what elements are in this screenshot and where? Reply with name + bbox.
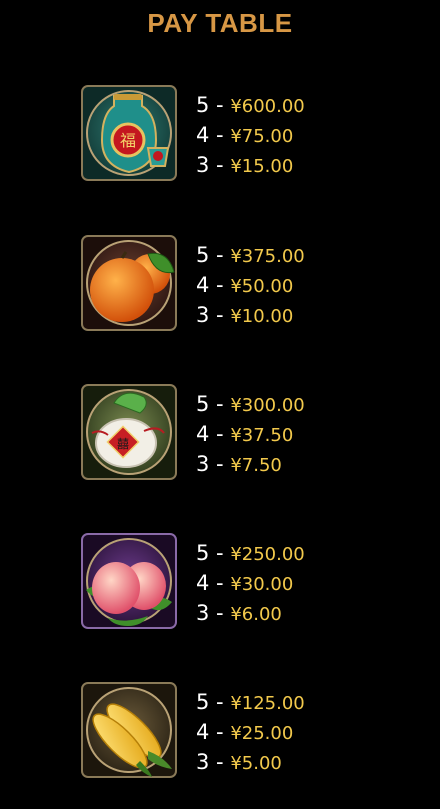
pay-separator: - — [209, 750, 231, 774]
pay-line-4: 4 - ¥75.00 — [196, 120, 416, 150]
pay-line-5: 5 - ¥250.00 — [196, 538, 416, 568]
pay-amount: ¥50.00 — [230, 276, 294, 297]
pay-separator: - — [209, 392, 231, 416]
pay-line-4: 4 - ¥30.00 — [196, 568, 416, 598]
pay-line-4: 4 - ¥25.00 — [196, 717, 416, 747]
corn-icon — [78, 679, 180, 781]
paytable-pays: 5 - ¥250.00 4 - ¥30.00 3 - ¥6.00 — [196, 538, 416, 628]
pay-count: 5 — [196, 690, 210, 714]
pay-amount: ¥30.00 — [230, 574, 294, 595]
pay-count: 5 — [196, 392, 210, 416]
pay-count: 3 — [196, 303, 210, 327]
paytable-row-peach: 5 - ¥250.00 4 - ¥30.00 3 - ¥6.00 — [78, 530, 418, 635]
pay-amount: ¥15.00 — [230, 156, 294, 177]
pay-count: 5 — [196, 243, 210, 267]
pay-amount: ¥375.00 — [230, 246, 305, 267]
pay-amount: ¥10.00 — [230, 306, 294, 327]
pay-separator: - — [209, 303, 231, 327]
pay-amount: ¥7.50 — [230, 455, 282, 476]
pay-amount: ¥600.00 — [230, 96, 305, 117]
pay-separator: - — [209, 123, 231, 147]
pay-line-3: 3 - ¥15.00 — [196, 150, 416, 180]
pay-line-5: 5 - ¥300.00 — [196, 389, 416, 419]
vase-icon: 福 — [78, 82, 180, 184]
pay-line-4: 4 - ¥37.50 — [196, 419, 416, 449]
pay-count: 4 — [196, 571, 210, 595]
pay-separator: - — [209, 93, 231, 117]
pay-separator: - — [209, 422, 231, 446]
pay-line-3: 3 - ¥7.50 — [196, 449, 416, 479]
pay-count: 3 — [196, 750, 210, 774]
paytable-row-corn: 5 - ¥125.00 4 - ¥25.00 3 - ¥5.00 — [78, 679, 418, 784]
peach-icon — [78, 530, 180, 632]
pay-separator: - — [209, 690, 231, 714]
pay-count: 5 — [196, 93, 210, 117]
pay-count: 3 — [196, 452, 210, 476]
paytable-pays: 5 - ¥125.00 4 - ¥25.00 3 - ¥5.00 — [196, 687, 416, 777]
pay-count: 4 — [196, 720, 210, 744]
orange-icon — [78, 232, 180, 334]
pay-line-5: 5 - ¥600.00 — [196, 90, 416, 120]
svg-text:囍: 囍 — [117, 437, 129, 451]
pay-amount: ¥5.00 — [230, 753, 282, 774]
paytable-row-orange: 5 - ¥375.00 4 - ¥50.00 3 - ¥10.00 — [78, 232, 418, 337]
pay-count: 3 — [196, 601, 210, 625]
pay-separator: - — [209, 273, 231, 297]
pay-separator: - — [209, 601, 231, 625]
pay-count: 5 — [196, 541, 210, 565]
pay-amount: ¥125.00 — [230, 693, 305, 714]
svg-text:福: 福 — [120, 131, 136, 150]
pay-separator: - — [209, 153, 231, 177]
pay-line-5: 5 - ¥125.00 — [196, 687, 416, 717]
pay-count: 4 — [196, 273, 210, 297]
pay-line-3: 3 - ¥10.00 — [196, 300, 416, 330]
pay-count: 3 — [196, 153, 210, 177]
pay-separator: - — [209, 571, 231, 595]
pay-count: 4 — [196, 123, 210, 147]
pay-line-5: 5 - ¥375.00 — [196, 240, 416, 270]
paytable-row-bun: 囍 5 - ¥300.00 4 - ¥37.50 3 - ¥7.50 — [78, 381, 418, 486]
pay-amount: ¥75.00 — [230, 126, 294, 147]
pay-separator: - — [209, 452, 231, 476]
paytable-row-vase: 福 5 - ¥600.00 4 - ¥75.00 3 - ¥15.00 — [78, 82, 418, 187]
pay-amount: ¥250.00 — [230, 544, 305, 565]
pay-separator: - — [209, 541, 231, 565]
pay-count: 4 — [196, 422, 210, 446]
paytable-pays: 5 - ¥300.00 4 - ¥37.50 3 - ¥7.50 — [196, 389, 416, 479]
pay-separator: - — [209, 243, 231, 267]
pay-separator: - — [209, 720, 231, 744]
pay-line-3: 3 - ¥6.00 — [196, 598, 416, 628]
paytable-pays: 5 - ¥375.00 4 - ¥50.00 3 - ¥10.00 — [196, 240, 416, 330]
pay-amount: ¥300.00 — [230, 395, 305, 416]
page-title: PAY TABLE — [147, 8, 293, 38]
pay-line-4: 4 - ¥50.00 — [196, 270, 416, 300]
bun-icon: 囍 — [78, 381, 180, 483]
pay-amount: ¥37.50 — [230, 425, 294, 446]
pay-amount: ¥6.00 — [230, 604, 282, 625]
pay-amount: ¥25.00 — [230, 723, 294, 744]
pay-line-3: 3 - ¥5.00 — [196, 747, 416, 777]
paytable-pays: 5 - ¥600.00 4 - ¥75.00 3 - ¥15.00 — [196, 90, 416, 180]
